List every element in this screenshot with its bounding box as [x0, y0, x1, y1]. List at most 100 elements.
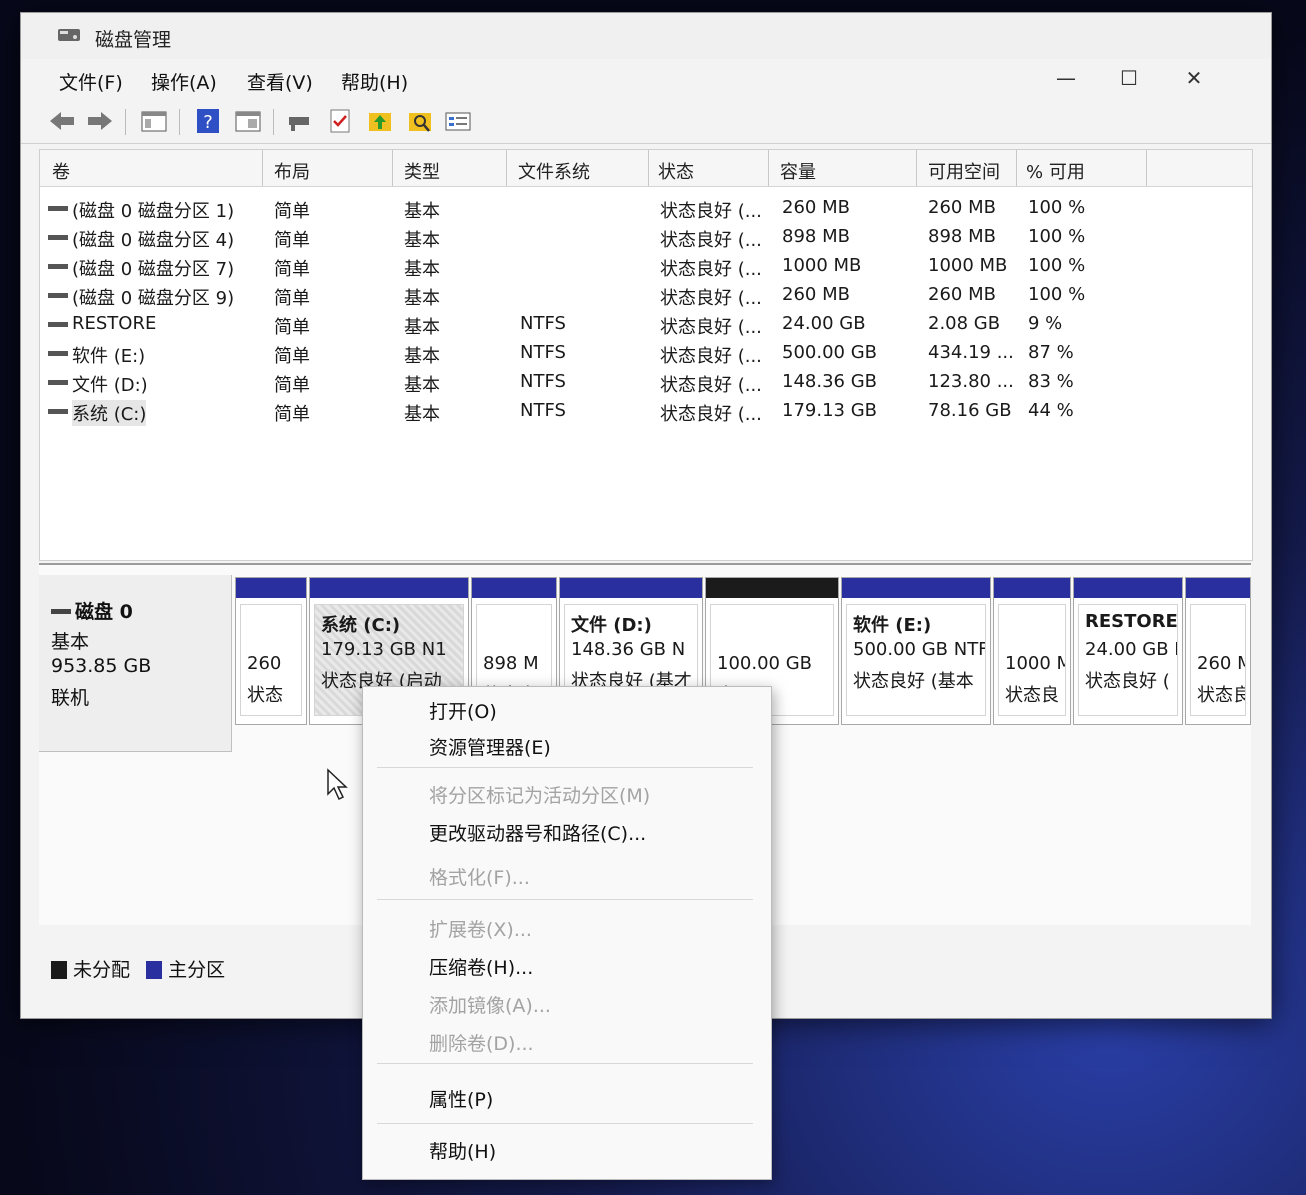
volume-percent-free: 87 %: [1028, 342, 1074, 363]
menu-separator: [377, 1123, 753, 1124]
check-icon[interactable]: [325, 107, 355, 135]
volume-capacity: 24.00 GB: [782, 313, 866, 334]
view-icon[interactable]: [233, 107, 263, 135]
disk-icon: [51, 609, 71, 614]
volume-percent-free: 100 %: [1028, 284, 1086, 305]
volume-row[interactable]: RESTORE 简单 基本 NTFS 状态良好 (... 24.00 GB 2.08 GB 9…: [40, 310, 1252, 339]
volume-type: 基本: [404, 375, 440, 396]
back-icon[interactable]: [47, 107, 77, 135]
legend-unallocated-swatch: [51, 961, 67, 979]
volume-name: RESTORE: [72, 313, 157, 334]
connect-icon[interactable]: [285, 107, 315, 135]
window-title: 磁盘管理: [95, 29, 172, 51]
volume-row[interactable]: (磁盘 0 磁盘分区 7) 简单 基本 状态良好 (... 1000 MB 1000 MB…: [40, 252, 1252, 281]
volume-row[interactable]: (磁盘 0 磁盘分区 9) 简单 基本 状态良好 (... 260 MB 260 MB 10…: [40, 281, 1252, 310]
column-header-type[interactable]: 类型: [404, 158, 440, 194]
partition-label-1: RESTORE: [1085, 611, 1178, 632]
column-header-percent-free[interactable]: % 可用: [1026, 158, 1085, 194]
svg-text:?: ?: [203, 112, 213, 133]
volume-icon: [48, 235, 68, 240]
menu-extend-volume[interactable]: 扩展卷(X)...: [429, 915, 532, 942]
menu-file[interactable]: 文件(F): [59, 68, 123, 95]
menu-properties[interactable]: 属性(P): [429, 1085, 493, 1112]
volume-layout: 简单: [274, 317, 310, 338]
volume-capacity: 148.36 GB: [782, 371, 878, 392]
up-icon[interactable]: [365, 107, 395, 135]
partition-9[interactable]: 260 M 状态良: [1185, 577, 1251, 725]
volume-list-header: 卷 布局 类型 文件系统 状态 容量 可用空间 % 可用: [40, 150, 1252, 187]
menu-delete-volume[interactable]: 删除卷(D)...: [429, 1029, 534, 1056]
volume-capacity: 260 MB: [782, 197, 850, 218]
volume-capacity: 179.13 GB: [782, 400, 878, 421]
column-header-filesystem[interactable]: 文件系统: [518, 158, 590, 194]
partition-label-1: 软件 (E:): [853, 615, 932, 636]
volume-type: 基本: [404, 288, 440, 309]
menu-help[interactable]: 帮助(H): [341, 68, 408, 95]
volume-row[interactable]: 软件 (E:) 简单 基本 NTFS 状态良好 (... 500.00 GB 434.19 …: [40, 339, 1252, 368]
menu-change-drive-letter[interactable]: 更改驱动器号和路径(C)...: [429, 819, 646, 846]
volume-layout: 简单: [274, 346, 310, 367]
partition-color-bar: [472, 578, 556, 598]
volume-capacity: 1000 MB: [782, 255, 862, 276]
menu-format[interactable]: 格式化(F)...: [429, 863, 530, 890]
volume-status: 状态良好 (...: [660, 259, 762, 280]
volume-capacity: 898 MB: [782, 226, 850, 247]
column-header-free-space[interactable]: 可用空间: [928, 158, 1000, 194]
volume-free-space: 260 MB: [928, 197, 996, 218]
partition-color-bar: [310, 578, 468, 598]
column-divider: [262, 150, 263, 186]
volume-name: (磁盘 0 磁盘分区 7): [72, 259, 235, 280]
disk-0-info[interactable]: 磁盘 0 基本 953.85 GB 联机: [39, 575, 232, 752]
volume-name: (磁盘 0 磁盘分区 1): [72, 201, 235, 222]
volume-status: 状态良好 (...: [660, 288, 762, 309]
column-divider: [506, 150, 507, 186]
menu-view[interactable]: 查看(V): [247, 68, 313, 95]
menu-shrink-volume[interactable]: 压缩卷(H)...: [429, 953, 533, 980]
column-header-volume[interactable]: 卷: [52, 158, 70, 194]
partition-label-2: 24.00 GB N: [1085, 639, 1178, 660]
menu-open[interactable]: 打开(O): [429, 697, 497, 724]
help-icon[interactable]: ?: [193, 107, 223, 135]
partition-7[interactable]: 1000 M 状态良: [993, 577, 1071, 725]
search-icon[interactable]: [405, 107, 435, 135]
volume-type: 基本: [404, 404, 440, 425]
properties-icon[interactable]: [443, 107, 473, 135]
volume-icon: [48, 293, 68, 298]
volume-row[interactable]: 系统 (C:) 简单 基本 NTFS 状态良好 (... 179.13 GB 78.16 G…: [40, 397, 1252, 426]
partition-color-bar: [842, 578, 990, 598]
volume-percent-free: 100 %: [1028, 255, 1086, 276]
menu-action[interactable]: 操作(A): [151, 68, 217, 95]
forward-icon[interactable]: [85, 107, 115, 135]
volume-filesystem: NTFS: [520, 313, 566, 334]
partition-software-e[interactable]: 软件 (E:) 500.00 GB NTF 状态良好 (基本: [841, 577, 991, 725]
menu-help-item[interactable]: 帮助(H): [429, 1137, 496, 1164]
volume-row[interactable]: (磁盘 0 磁盘分区 1) 简单 基本 状态良好 (... 260 MB 260 MB 10…: [40, 194, 1252, 223]
column-header-layout[interactable]: 布局: [274, 158, 310, 194]
volume-layout: 简单: [274, 259, 310, 280]
volume-capacity: 500.00 GB: [782, 342, 878, 363]
partition-label-1: 文件 (D:): [571, 615, 652, 636]
volume-percent-free: 83 %: [1028, 371, 1074, 392]
partition-restore[interactable]: RESTORE 24.00 GB N 状态良好 (: [1073, 577, 1183, 725]
console-tree-icon[interactable]: [139, 107, 169, 135]
column-header-capacity[interactable]: 容量: [780, 158, 816, 194]
volume-row[interactable]: (磁盘 0 磁盘分区 4) 简单 基本 状态良好 (... 898 MB 898 MB 10…: [40, 223, 1252, 252]
volume-name: 系统 (C:): [72, 400, 147, 426]
volume-type: 基本: [404, 346, 440, 367]
partition-1[interactable]: 260 状态: [235, 577, 307, 725]
volume-icon: [48, 409, 68, 414]
volume-icon: [48, 206, 68, 211]
partition-label-2: 898 M: [483, 653, 539, 674]
volume-row[interactable]: 文件 (D:) 简单 基本 NTFS 状态良好 (... 148.36 GB 123.80 …: [40, 368, 1252, 397]
column-header-status[interactable]: 状态: [658, 158, 694, 194]
volume-free-space: 123.80 ...: [928, 371, 1014, 392]
menu-add-mirror[interactable]: 添加镜像(A)...: [429, 991, 551, 1018]
partition-label-2: 100.00 GB: [717, 653, 813, 674]
disk-size: 953.85 GB: [51, 655, 152, 677]
volume-layout: 简单: [274, 375, 310, 396]
volume-free-space: 434.19 ...: [928, 342, 1014, 363]
menu-explorer[interactable]: 资源管理器(E): [429, 733, 551, 760]
volume-free-space: 898 MB: [928, 226, 996, 247]
volume-icon: [48, 351, 68, 356]
menu-mark-active[interactable]: 将分区标记为活动分区(M): [429, 781, 650, 808]
